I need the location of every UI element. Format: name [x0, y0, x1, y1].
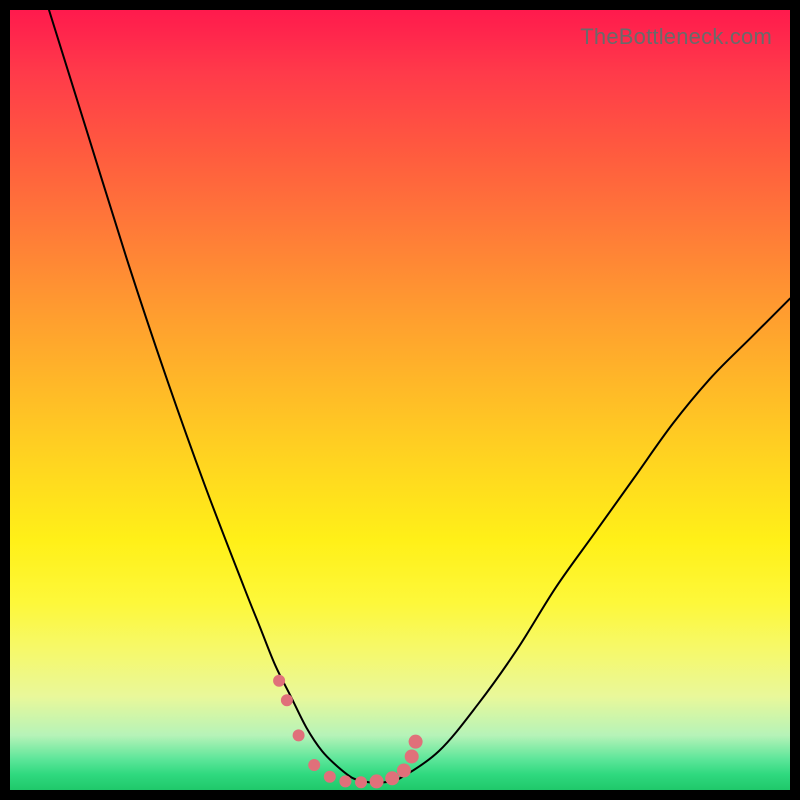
trough-marker — [308, 759, 320, 771]
trough-marker — [385, 771, 399, 785]
trough-marker — [355, 776, 367, 788]
plot-area: TheBottleneck.com — [10, 10, 790, 790]
chart-container: TheBottleneck.com — [0, 0, 800, 800]
trough-marker — [293, 729, 305, 741]
trough-marker — [405, 749, 419, 763]
trough-marker — [339, 775, 351, 787]
trough-markers-group — [273, 675, 423, 789]
trough-marker — [409, 735, 423, 749]
curve-layer — [10, 10, 790, 790]
trough-marker — [370, 774, 384, 788]
trough-marker — [397, 764, 411, 778]
bottleneck-curve — [49, 10, 790, 783]
trough-marker — [281, 694, 293, 706]
trough-marker — [273, 675, 285, 687]
trough-marker — [324, 771, 336, 783]
